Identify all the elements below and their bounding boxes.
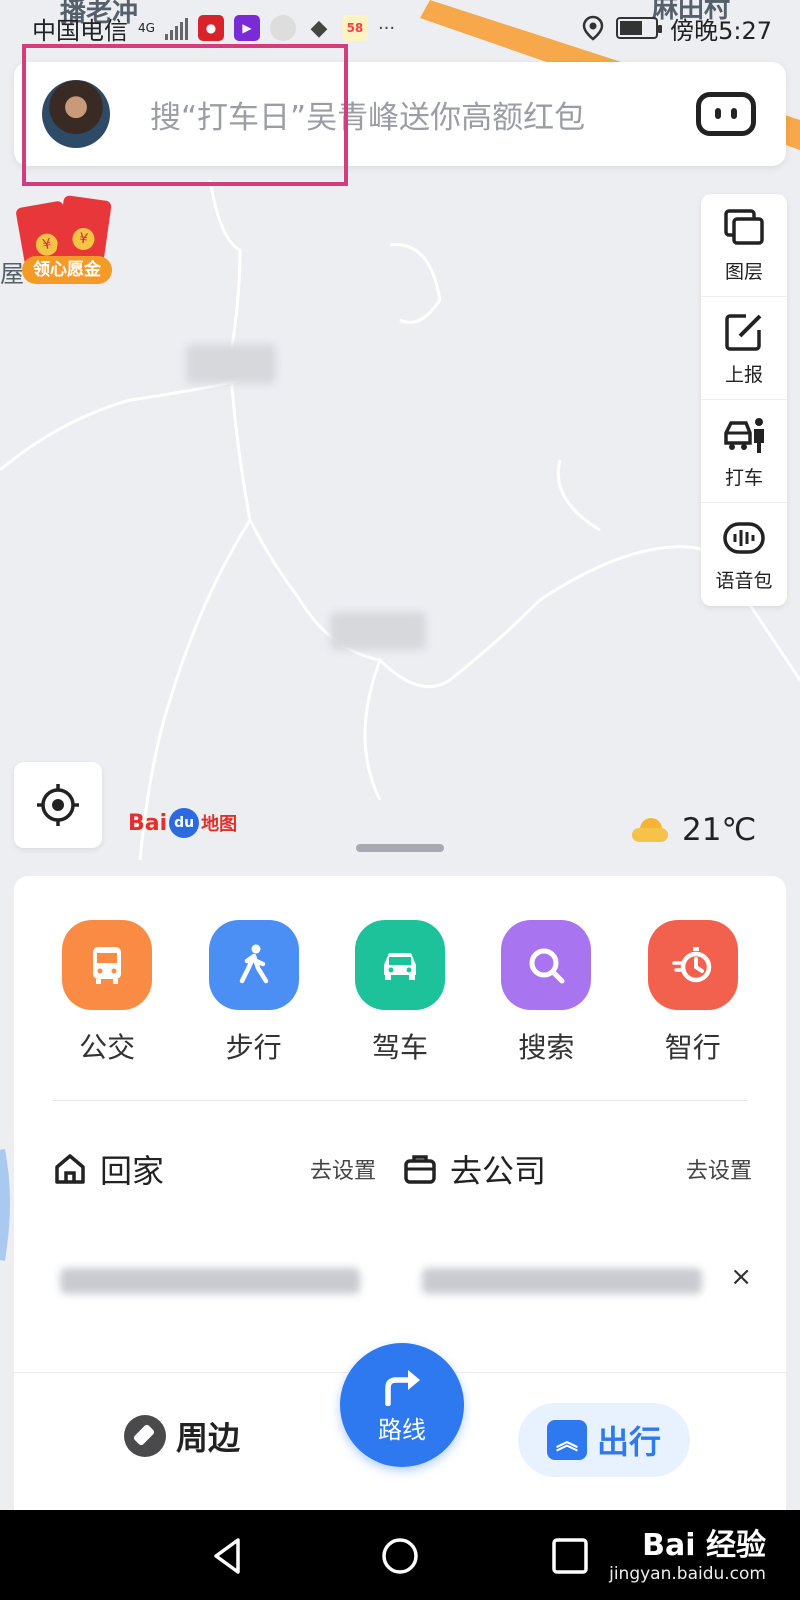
mode-label: 公交 — [79, 1031, 136, 1064]
tab-label: 出行 — [596, 1423, 661, 1461]
history-item[interactable] — [60, 1268, 360, 1294]
qq-icon: ◆ — [310, 15, 328, 41]
baidu-map-logo: Bai du 地图 — [128, 808, 237, 838]
mode-walk[interactable]: 步行 — [199, 920, 309, 1066]
temperature: 21℃ — [682, 812, 757, 848]
watermark: Bai 经验 jingyan.baidu.com — [609, 1520, 766, 1584]
video-app-icon: ▶ — [233, 15, 260, 41]
partly-cloudy-icon — [632, 818, 668, 842]
tab-label: 路线 — [378, 1415, 426, 1444]
red-envelope-icon — [56, 194, 112, 262]
android-navigation-bar: Bai 经验 jingyan.baidu.com — [0, 1510, 800, 1600]
mode-bus[interactable]: 公交 — [52, 920, 162, 1066]
paw-icon: du — [169, 808, 200, 838]
app-58-icon: 58 — [341, 15, 368, 41]
recents-icon[interactable] — [548, 1534, 592, 1578]
set-home-link[interactable]: 去设置 — [310, 1153, 376, 1185]
bottom-tab-bar: 周边 路线 ︽ 出行 — [14, 1343, 786, 1510]
mode-label: 步行 — [225, 1031, 282, 1064]
crosshair-icon — [37, 784, 79, 826]
tab-nearby[interactable]: 周边 — [124, 1413, 240, 1459]
home-icon — [55, 1154, 85, 1184]
map-tool-panel: 图层 上报 打车 语音包 — [701, 194, 787, 606]
red-packet-label: 领心愿金 — [22, 256, 112, 284]
mode-label: 驾车 — [371, 1031, 428, 1064]
layers-icon — [724, 208, 764, 245]
mode-smart-travel[interactable]: 智行 — [638, 920, 748, 1066]
mode-search[interactable]: 搜索 — [491, 920, 601, 1066]
search-icon — [501, 920, 592, 1010]
tab-go[interactable]: ︽ 出行 — [518, 1403, 690, 1477]
tab-route[interactable]: 路线 — [340, 1343, 464, 1467]
shortcuts-row: 回家 去设置 去公司 去设置 — [52, 1146, 762, 1192]
mode-drive[interactable]: 驾车 — [345, 920, 455, 1066]
shortcut-name: 去公司 — [450, 1152, 547, 1190]
logo-text: Bai — [128, 810, 168, 836]
shortcut-name: 回家 — [100, 1152, 165, 1190]
watermark-url: jingyan.baidu.com — [609, 1564, 766, 1584]
media-app-icon — [269, 15, 296, 41]
quick-access-card: 公交 步行 驾车 搜索 智行 回家 去设置 去公司 去设置 × — [14, 876, 786, 1386]
watermark-logo: Bai 经验 — [642, 1528, 766, 1563]
double-chevron-up-icon: ︽ — [546, 1420, 587, 1460]
home-nav-icon[interactable] — [378, 1534, 422, 1578]
walk-icon — [208, 920, 299, 1010]
tool-label: 图层 — [724, 260, 763, 283]
more-notifications-icon: ··· — [377, 17, 396, 39]
shortcut-home[interactable]: 回家 去设置 — [52, 1146, 402, 1192]
close-icon[interactable]: × — [730, 1262, 752, 1292]
tool-taxi[interactable]: 打车 — [701, 400, 787, 503]
weather-widget[interactable]: 21℃ — [632, 812, 756, 848]
voice-pack-icon — [723, 522, 765, 554]
mode-label: 智行 — [664, 1031, 721, 1064]
location-pin-icon — [582, 15, 604, 41]
recent-history-row[interactable]: × — [52, 1256, 762, 1306]
signal-icon — [164, 16, 188, 40]
drawer-handle[interactable] — [356, 844, 444, 852]
tool-voice-pack[interactable]: 语音包 — [701, 503, 787, 606]
tool-report[interactable]: 上报 — [701, 297, 787, 400]
tool-label: 打车 — [724, 466, 763, 489]
logo-text: 地图 — [201, 814, 238, 835]
set-company-link[interactable]: 去设置 — [686, 1153, 752, 1185]
tool-label: 上报 — [724, 363, 763, 386]
edit-report-icon — [725, 313, 762, 351]
red-packet-promo[interactable]: 领心愿金 — [15, 194, 114, 288]
clock: 傍晚5:27 — [670, 16, 772, 45]
tool-layers[interactable]: 图层 — [701, 194, 787, 297]
car-icon — [354, 920, 445, 1010]
carrier-label: 中国电信 — [32, 16, 128, 45]
taxi-icon — [724, 417, 764, 453]
battery-icon — [616, 17, 663, 39]
travel-modes: 公交 步行 驾车 搜索 智行 — [14, 920, 786, 1066]
back-icon[interactable] — [206, 1534, 250, 1578]
highlight-annotation — [22, 44, 348, 186]
recorder-app-icon: ● — [197, 15, 224, 41]
tool-label: 语音包 — [715, 570, 773, 592]
briefcase-icon — [404, 1155, 436, 1184]
locate-me-button[interactable] — [14, 762, 102, 848]
shortcut-company[interactable]: 去公司 去设置 — [402, 1146, 752, 1192]
divider — [52, 1100, 748, 1101]
turn-arrow-icon — [385, 1369, 420, 1406]
tab-label: 周边 — [176, 1419, 241, 1457]
voice-assistant-icon[interactable] — [696, 92, 756, 136]
network-type: 4G — [138, 21, 155, 35]
smart-travel-icon — [647, 920, 738, 1010]
bus-icon — [62, 920, 153, 1010]
mode-label: 搜索 — [518, 1031, 575, 1064]
history-item[interactable] — [422, 1268, 702, 1294]
compass-icon — [124, 1415, 166, 1457]
